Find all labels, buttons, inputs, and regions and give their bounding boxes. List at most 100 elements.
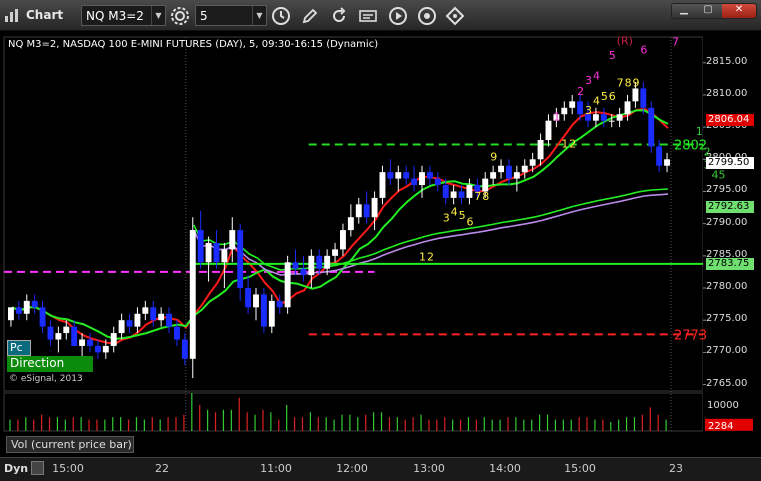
candle-body <box>426 172 433 179</box>
candle-body <box>363 204 370 218</box>
candle-body <box>513 172 520 179</box>
count-label: 9 <box>490 151 497 164</box>
window-controls: ▁ ▢ ✕ <box>671 3 757 19</box>
count-label: 7 <box>617 77 624 90</box>
candle-body <box>39 307 46 327</box>
count-label: 7 <box>672 35 679 48</box>
close-icon[interactable]: ✕ <box>722 4 756 18</box>
count-label: 1 <box>419 250 426 263</box>
candle-body <box>419 172 425 186</box>
candle-body <box>284 262 291 308</box>
candle-body <box>253 294 259 308</box>
symbol-combo[interactable]: NQ M3=2 ▼ <box>81 5 166 26</box>
target-icon[interactable] <box>417 6 437 26</box>
count-label: 8 <box>482 190 489 203</box>
chevron-down-icon[interactable]: ▼ <box>151 6 165 25</box>
candle-body <box>506 165 512 179</box>
candle-body <box>205 242 212 263</box>
minimize-icon[interactable]: ▁ <box>674 4 694 18</box>
play-icon[interactable] <box>388 6 408 26</box>
count-label: 5 <box>601 90 608 103</box>
price-tag: 2799.50 <box>706 156 754 169</box>
candle-body <box>229 230 236 250</box>
candle-body <box>340 230 346 250</box>
x-tick-label: 15:00 <box>564 462 596 475</box>
count-label: 2 <box>569 138 576 151</box>
count-label: 2 <box>577 85 584 98</box>
x-tick-label: 13:00 <box>413 462 445 475</box>
candle-body <box>55 333 62 340</box>
count-label: 5 <box>609 49 616 62</box>
candle-body <box>213 242 220 263</box>
count-label: 1 <box>561 138 568 151</box>
pc-indicator-badge[interactable]: Pc <box>7 340 31 356</box>
maximize-icon[interactable]: ▢ <box>698 4 718 18</box>
pencil-icon[interactable] <box>300 6 320 26</box>
candle-body <box>648 107 655 147</box>
candle-body <box>308 255 315 276</box>
candle-body <box>31 300 38 308</box>
count-label: 4 <box>593 95 600 108</box>
y-tick-label: 2775.00 <box>706 313 748 325</box>
count-label: 6 <box>609 90 616 103</box>
candle-body <box>592 114 599 121</box>
direction-indicator-badge[interactable]: Direction <box>7 356 93 372</box>
candle-body <box>371 197 378 218</box>
interval-combo[interactable]: 5 ▼ <box>195 5 267 26</box>
candle-body <box>347 217 354 231</box>
candle-body <box>126 320 133 327</box>
count-label: 1 <box>553 111 560 124</box>
candle-body <box>466 185 473 198</box>
count-label: 2 <box>427 250 434 263</box>
price-tag: 2792.63 <box>706 200 754 213</box>
diamond-tool-icon[interactable] <box>445 6 465 26</box>
price-chart[interactable]: 2802277312345678911223344565789(R)671234… <box>0 31 761 481</box>
x-tick-label: 12:00 <box>336 462 368 475</box>
candle-body <box>87 339 93 346</box>
price-tag: 2783.75 <box>706 257 754 270</box>
candle-body <box>434 178 441 186</box>
candle-body <box>268 300 275 327</box>
candle-body <box>600 114 607 121</box>
candle-body <box>134 313 141 327</box>
window-title: Chart <box>26 8 64 22</box>
candle-body <box>324 255 331 269</box>
candle-body <box>292 262 299 269</box>
candle-body <box>181 339 188 359</box>
count-label: 3 <box>443 212 450 225</box>
count-label: 7 <box>474 190 481 203</box>
count-label: 1 <box>696 125 703 138</box>
candle-body <box>616 114 623 121</box>
chevron-down-icon[interactable]: ▼ <box>252 6 266 25</box>
candle-body <box>355 204 362 218</box>
level-label: 2802 <box>674 138 707 153</box>
price-tag: 2806.04 <box>706 114 754 127</box>
count-label: 3 <box>585 104 592 117</box>
x-tick-label: 11:00 <box>260 462 292 475</box>
count-label: 8 <box>625 77 632 90</box>
candle-body <box>300 268 307 276</box>
refresh-icon[interactable] <box>329 6 349 26</box>
count-label: 5 <box>459 209 466 222</box>
candle-body <box>260 294 267 327</box>
y-tick-label: 2795.00 <box>706 184 748 196</box>
candle-body <box>174 326 180 340</box>
clock-icon[interactable] <box>271 6 291 26</box>
volume-tag-label: 2284 <box>708 421 733 432</box>
candle-body <box>537 139 544 160</box>
candle-body <box>118 320 125 334</box>
copyright-text: © eSignal, 2013 <box>9 374 83 384</box>
y-tick-label: 2790.00 <box>706 216 748 228</box>
candle-body <box>245 288 252 308</box>
quote-icon[interactable] <box>358 6 378 26</box>
candle-body <box>498 165 504 173</box>
candle-body <box>102 345 109 353</box>
candle-body <box>442 185 449 198</box>
candle-body <box>545 120 552 140</box>
chart-legend-title: NQ M3=2, NASDAQ 100 E-MINI FUTURES (DAY)… <box>8 39 379 50</box>
dyn-toggle-icon[interactable] <box>31 461 44 475</box>
count-label: (R) <box>617 35 633 48</box>
candle-body <box>521 165 528 173</box>
gear-icon[interactable] <box>170 6 190 26</box>
volume-pane-label[interactable]: Vol (current price bar) <box>6 436 134 453</box>
